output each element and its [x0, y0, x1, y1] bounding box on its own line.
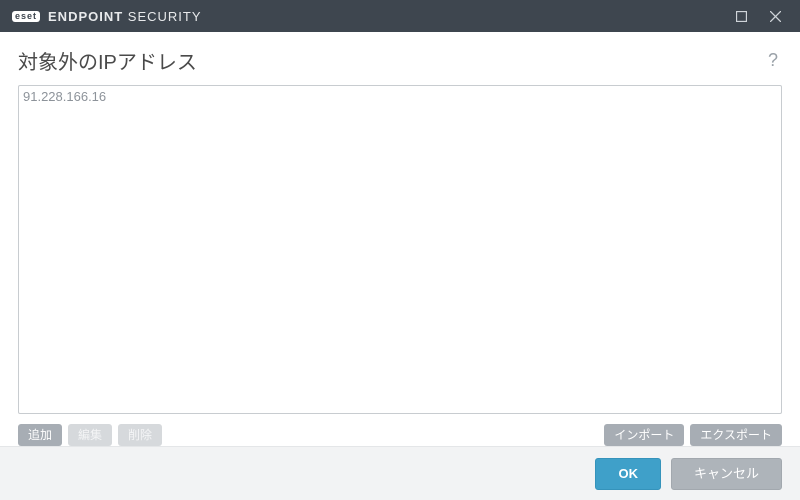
close-button[interactable]	[758, 0, 792, 32]
maximize-button[interactable]	[724, 0, 758, 32]
brand-text-bold: ENDPOINT	[48, 9, 123, 24]
cancel-button[interactable]: キャンセル	[671, 458, 782, 490]
ok-button[interactable]: OK	[595, 458, 661, 490]
heading-row: 対象外のIPアドレス ?	[18, 46, 782, 75]
add-button[interactable]: 追加	[18, 424, 62, 446]
help-icon[interactable]: ?	[764, 48, 782, 73]
content-area: 対象外のIPアドレス ? 91.228.166.16 追加 編集 削除 インポー…	[0, 32, 800, 446]
brand-text-rest: SECURITY	[123, 9, 201, 24]
brand-text: ENDPOINT SECURITY	[48, 9, 202, 24]
brand-logo: eset	[12, 11, 40, 22]
edit-button[interactable]: 編集	[68, 424, 112, 446]
export-button[interactable]: エクスポート	[690, 424, 782, 446]
brand: eset ENDPOINT SECURITY	[12, 9, 202, 24]
close-icon	[770, 11, 781, 22]
list-item[interactable]: 91.228.166.16	[23, 88, 777, 106]
maximize-icon	[736, 11, 747, 22]
titlebar: eset ENDPOINT SECURITY	[0, 0, 800, 32]
dialog-footer: OK キャンセル	[0, 446, 800, 500]
import-button[interactable]: インポート	[604, 424, 684, 446]
ip-exclusion-list[interactable]: 91.228.166.16	[18, 85, 782, 414]
page-title: 対象外のIPアドレス	[18, 46, 197, 75]
list-actions: 追加 編集 削除 インポート エクスポート	[18, 424, 782, 446]
delete-button[interactable]: 削除	[118, 424, 162, 446]
